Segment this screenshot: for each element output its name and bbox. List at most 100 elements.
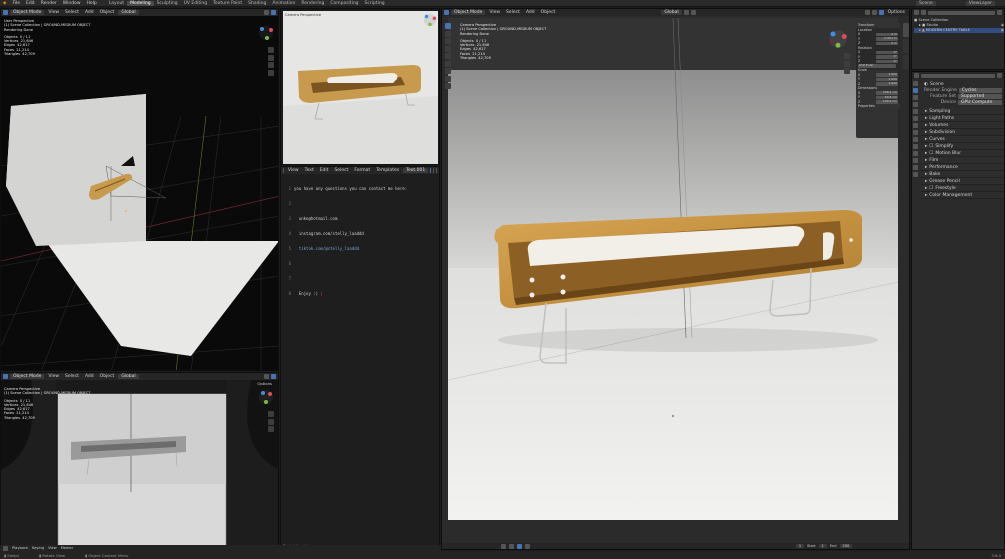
shading-rendered-icon[interactable] [271,10,276,15]
end-frame-field[interactable]: 250 [839,544,853,548]
material-tab-icon[interactable] [913,165,918,170]
checkbox-icon[interactable]: ☐ [929,151,933,156]
panel-film[interactable]: ▸ Film [921,157,1004,164]
menu-view[interactable]: View [46,10,61,15]
output-tab-icon[interactable] [913,95,918,100]
menu-select[interactable]: Select [63,10,81,15]
properties-subpanel[interactable]: Properties [858,104,875,108]
device-select[interactable]: GPU Compute [958,99,1002,105]
panel-freestyle[interactable]: ▸ ☐ Freestyle [921,185,1004,192]
pin-icon[interactable] [997,73,1002,78]
panel-performance[interactable]: ▸ Performance [921,164,1004,171]
text-editor-content[interactable]: 1 you have any questions you can contact … [283,176,408,306]
properties-editor[interactable]: ◐ Scene Render Engine Cycles Feature Set Su… [911,71,1005,550]
camera-view-icon[interactable] [268,62,274,68]
menu-format[interactable]: Format [352,168,372,173]
editor-type-icon[interactable] [3,374,8,379]
tab-animation[interactable]: Animation [269,1,298,6]
tab-shading[interactable]: Shading [245,1,269,6]
editor-type-icon[interactable] [283,168,284,173]
menu-object[interactable]: Object [98,10,117,15]
feature-set-select[interactable]: Supported [958,93,1002,99]
tab-compositing[interactable]: Compositing [327,1,361,6]
panel-subdivision[interactable]: ▸ Subdivision [921,129,1004,136]
menu-view[interactable]: View [46,374,61,379]
ortho-toggle-icon[interactable] [268,69,274,76]
pan-icon[interactable] [268,54,274,61]
viewport-main[interactable]: Object Mode View Select Add Object Globa… [441,8,910,550]
checkbox-icon[interactable]: ☐ [929,186,933,191]
panel-sampling[interactable]: ▸ Sampling [921,108,1004,115]
mode-selector[interactable]: Object Mode [10,10,45,15]
scene-selector[interactable]: Scene [916,0,936,6]
viewport-bottom-left[interactable]: Object Mode View Select Add Object Globa… [0,372,279,550]
scale-z-field[interactable]: 1.000 [876,81,898,86]
shading-solid-icon[interactable] [871,10,877,15]
navigation-gizmo-preview[interactable] [423,13,437,27]
dim-x-field[interactable]: 208.2 cm [876,90,898,95]
outliner-search-input[interactable] [928,10,995,15]
rot-y-field[interactable]: 0° [876,54,898,59]
pan-icon[interactable] [268,418,274,425]
measure-tool-icon[interactable] [445,75,451,82]
viewport-top-left[interactable]: Object Mode View Select Add Object Globa… [0,8,279,371]
data-tab-icon[interactable] [913,158,918,163]
panel-light-paths[interactable]: ▸ Light Paths [921,115,1004,122]
cursor-tool-icon[interactable] [445,30,451,37]
zoom-icon[interactable] [844,53,850,59]
tab-view[interactable] [903,55,909,69]
add-cube-tool-icon[interactable] [445,83,451,89]
view-layer-tab-icon[interactable] [913,102,918,107]
tab-scripting[interactable]: Scripting [362,1,388,6]
menu-view[interactable]: View [487,10,502,15]
orientation-selector[interactable]: Global [118,374,139,379]
menu-marker[interactable]: Marker [61,546,73,550]
current-frame-field[interactable]: 1 [795,544,805,548]
render-engine-select[interactable]: Cycles [958,87,1002,93]
menu-view[interactable]: View [286,168,301,173]
editor-type-icon[interactable] [3,545,8,551]
navigation-gizmo-main[interactable] [828,29,848,49]
syntax-highlight-icon[interactable] [436,168,437,173]
tool-tab-icon[interactable] [913,81,918,86]
text-datablock-selector[interactable]: Text.001 [403,168,429,173]
visibility-eye-icon[interactable]: ◉ [1001,28,1004,33]
tab-tool[interactable] [903,39,909,53]
proportional-edit-icon[interactable] [690,10,696,15]
text-editor[interactable]: View Text Edit Select Format Templates T… [280,166,440,550]
menu-add[interactable]: Add [524,10,537,15]
mode-selector[interactable]: Object Mode [10,374,45,379]
shading-solid-icon[interactable] [264,374,269,379]
menu-file[interactable]: File [9,1,23,6]
editor-type-icon[interactable] [914,10,919,15]
navigation-gizmo-tl[interactable] [258,25,274,41]
move-tool-icon[interactable] [445,38,451,44]
loc-z-field[interactable]: 0 m [876,41,898,45]
editor-type-icon[interactable] [914,73,919,78]
menu-text[interactable]: Text [303,168,316,173]
display-mode-icon[interactable] [921,10,926,15]
menu-edit[interactable]: Edit [318,168,331,173]
constraints-tab-icon[interactable] [913,151,918,156]
menu-add[interactable]: Add [83,10,96,15]
editor-type-icon[interactable] [444,10,449,15]
options-dropdown[interactable]: Options [886,10,907,15]
scale-x-field[interactable]: 1.000 [876,72,898,77]
jump-end-icon[interactable] [524,543,530,549]
properties-search-input[interactable] [921,73,995,78]
orientation-selector[interactable]: Global [661,10,682,15]
modifier-tab-icon[interactable] [913,130,918,135]
viewport-render-preview[interactable]: Camera Perspective [280,8,440,165]
jump-start-icon[interactable] [500,543,506,549]
blender-logo-icon[interactable]: ◆ [0,1,9,6]
zoom-icon[interactable] [268,47,274,53]
panel-color-management[interactable]: ▸ Color Management [921,192,1004,199]
camera-view-icon[interactable] [844,68,850,74]
tab-rendering[interactable]: Rendering [298,1,327,6]
line-numbers-icon[interactable] [430,168,432,173]
filter-icon[interactable] [997,10,1002,15]
panel-simplify[interactable]: ▸ ☐ Simplify [921,143,1004,150]
menu-edit[interactable]: Edit [23,1,38,6]
menu-playback[interactable]: Playback [12,546,28,550]
rotate-tool-icon[interactable] [445,45,451,52]
